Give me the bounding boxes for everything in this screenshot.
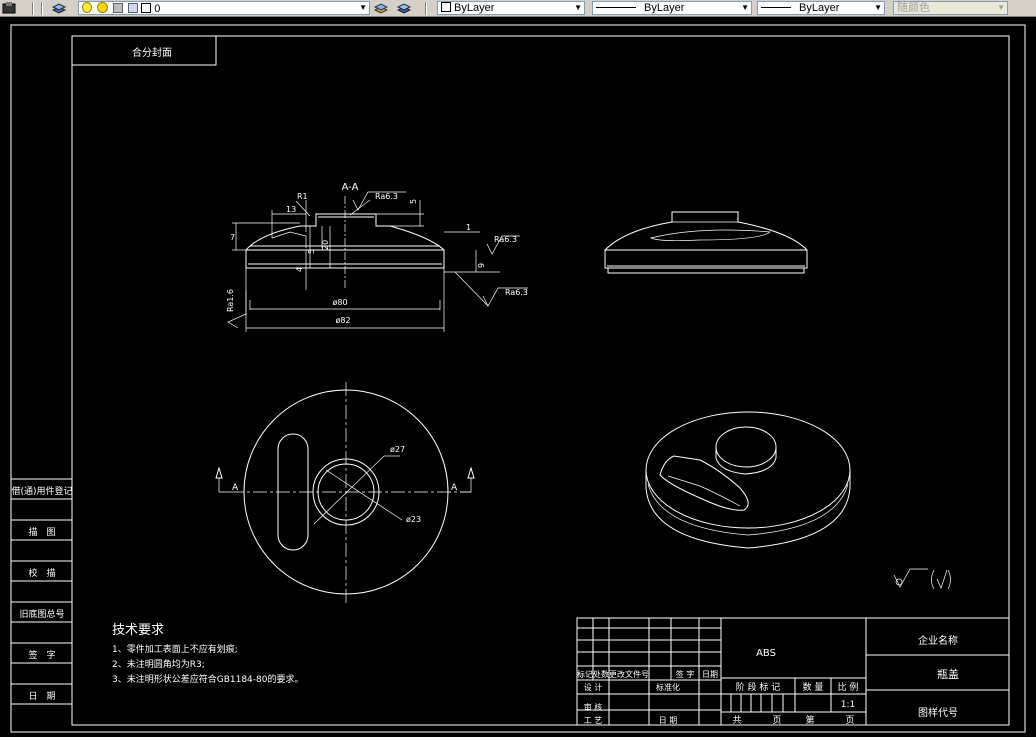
change-header-cell: 签 字: [676, 669, 695, 679]
roughness-ra63-bottom: Ra6.3: [505, 288, 528, 297]
process-label: 工 艺: [584, 716, 603, 725]
chevron-down-icon[interactable]: ▼: [874, 2, 882, 14]
dim-d23: ø23: [406, 515, 421, 524]
dim-d82: ø82: [335, 316, 350, 325]
change-header-cell: 更改文件号: [609, 669, 649, 679]
side-elevation-view: [604, 211, 808, 274]
color-control-dropdown[interactable]: ByLayer ▼: [437, 1, 585, 15]
drawing-number: 图样代号: [918, 706, 958, 719]
section-view-a-a: A-A 7 13 R1 5 20 4 5 1 9 ø80 ø82 Ra6.3 R…: [226, 182, 528, 332]
page2-label: 页: [845, 715, 854, 726]
roughness-ra63-right: Ra6.3: [494, 235, 517, 244]
dim-d27: ø27: [390, 445, 405, 454]
company-name: 企业名称: [918, 634, 958, 647]
lock-icon[interactable]: [113, 3, 124, 13]
color-swatch-icon: [441, 2, 451, 12]
sun-thaw-icon[interactable]: [97, 2, 109, 13]
isometric-view: [645, 411, 851, 549]
dim-7: 7: [230, 233, 235, 242]
dim-5a: 5: [307, 249, 316, 254]
title-block: 标记 处数 更改文件号 签 字 日期 设 计 标准化 审 核 工 艺 日 期 A…: [576, 617, 1010, 726]
make-object-layer-current-icon[interactable]: [373, 1, 389, 14]
lineweight-value: ByLayer: [799, 2, 840, 14]
roughness-ra63-top: Ra6.3: [375, 192, 398, 201]
change-header-cell: 标记: [577, 669, 593, 679]
properties-toolbar: 0 ▼ ByLayer ▼ ByLayer ▼ ByLayer ▼ 随颜色 ▼: [0, 0, 1036, 17]
toolbar-separator: [41, 2, 43, 15]
chevron-down-icon: ▼: [997, 3, 1005, 12]
top-view: ø27 ø23 A A: [215, 382, 475, 604]
drawing-svg: 合分封面 借(通)用件登记 描 图 校 描 旧底图总号 签 字 日 期 A-A: [10, 24, 1026, 733]
lightbulb-on-icon[interactable]: [82, 2, 92, 13]
stage-mark-label: 阶 段 标 记: [736, 681, 781, 693]
page-label: 页: [772, 715, 781, 726]
left-table-cell: 借(通)用件登记: [11, 485, 72, 497]
left-table-cell: 描 图: [28, 526, 55, 538]
plotstyle-value: 随颜色: [897, 2, 930, 14]
linetype-control-dropdown[interactable]: ByLayer ▼: [592, 1, 752, 15]
linetype-value: ByLayer: [644, 2, 685, 14]
lineweight-sample-icon: [761, 7, 791, 8]
plotstyle-control-dropdown: 随颜色 ▼: [893, 1, 1008, 15]
linetype-sample-icon: [596, 7, 636, 8]
layer-previous-icon[interactable]: [396, 1, 412, 14]
inner-frame: [71, 35, 1010, 726]
sheet-label: 第: [805, 714, 814, 726]
chevron-down-icon[interactable]: ▼: [574, 2, 582, 14]
dim-4: 4: [295, 267, 304, 272]
dim-1: 1: [466, 223, 471, 232]
overall-roughness-symbol: [893, 568, 951, 590]
color-square-icon: [141, 3, 152, 13]
tech-requirement-item: 1、零件加工表面上不应有划痕;: [112, 643, 238, 655]
chevron-down-icon[interactable]: ▼: [359, 2, 367, 14]
toolbar-separator: [32, 2, 34, 15]
layer-name: 0: [154, 3, 161, 15]
left-table-cell: 旧底图总号: [19, 608, 64, 620]
section-arrow-a-left: A: [232, 483, 239, 493]
layer-dropdown[interactable]: 0 ▼: [78, 1, 370, 15]
left-side-table: 借(通)用件登记 描 图 校 描 旧底图总号 签 字 日 期: [11, 478, 73, 705]
scale-value: 1:1: [841, 700, 855, 710]
tech-requirements-title: 技术要求: [112, 623, 164, 638]
part-name: 瓶盖: [937, 667, 959, 681]
lineweight-control-dropdown[interactable]: ByLayer ▼: [757, 1, 885, 15]
roughness-ra16: Ra1.6: [226, 289, 235, 312]
material-value: ABS: [756, 648, 776, 659]
dim-9: 9: [477, 263, 486, 268]
left-table-cell: 签 字: [28, 649, 55, 661]
scale-label: 比 例: [838, 681, 859, 693]
layer-manager-icon[interactable]: [2, 1, 16, 14]
color-value: ByLayer: [454, 2, 495, 14]
left-table-cell: 校 描: [28, 567, 55, 579]
section-label: A-A: [342, 182, 359, 193]
drawing-canvas[interactable]: 合分封面 借(通)用件登记 描 图 校 描 旧底图总号 签 字 日 期 A-A: [0, 17, 1036, 737]
review-label: 审 核: [584, 702, 603, 712]
chevron-down-icon[interactable]: ▼: [741, 2, 749, 14]
make-current-icon[interactable]: [128, 3, 139, 13]
total-label: 共: [732, 715, 741, 726]
tech-requirement-item: 3、未注明形状公差应符合GB1184-80的要求。: [112, 673, 303, 685]
change-header-cell: 日期: [702, 670, 718, 679]
tech-requirement-item: 2、未注明圆角均为R3;: [112, 658, 205, 670]
title-box-label: 合分封面: [132, 46, 172, 59]
left-table-cell: 日 期: [28, 691, 55, 702]
design-label: 设 计: [584, 682, 603, 692]
date-label: 日 期: [659, 716, 678, 725]
dim-r1: R1: [297, 192, 308, 201]
dim-13: 13: [286, 205, 296, 214]
dim-d80: ø80: [332, 298, 347, 307]
change-header-cell: 处数: [593, 669, 609, 679]
section-arrow-a-right: A: [451, 483, 458, 493]
toolbar-separator: [425, 2, 427, 15]
layer-state-icon[interactable]: [51, 1, 67, 14]
quantity-label: 数 量: [803, 681, 824, 693]
dim-5b: 5: [409, 199, 418, 204]
dim-20: 20: [321, 240, 330, 250]
standard-label: 标准化: [656, 682, 680, 692]
